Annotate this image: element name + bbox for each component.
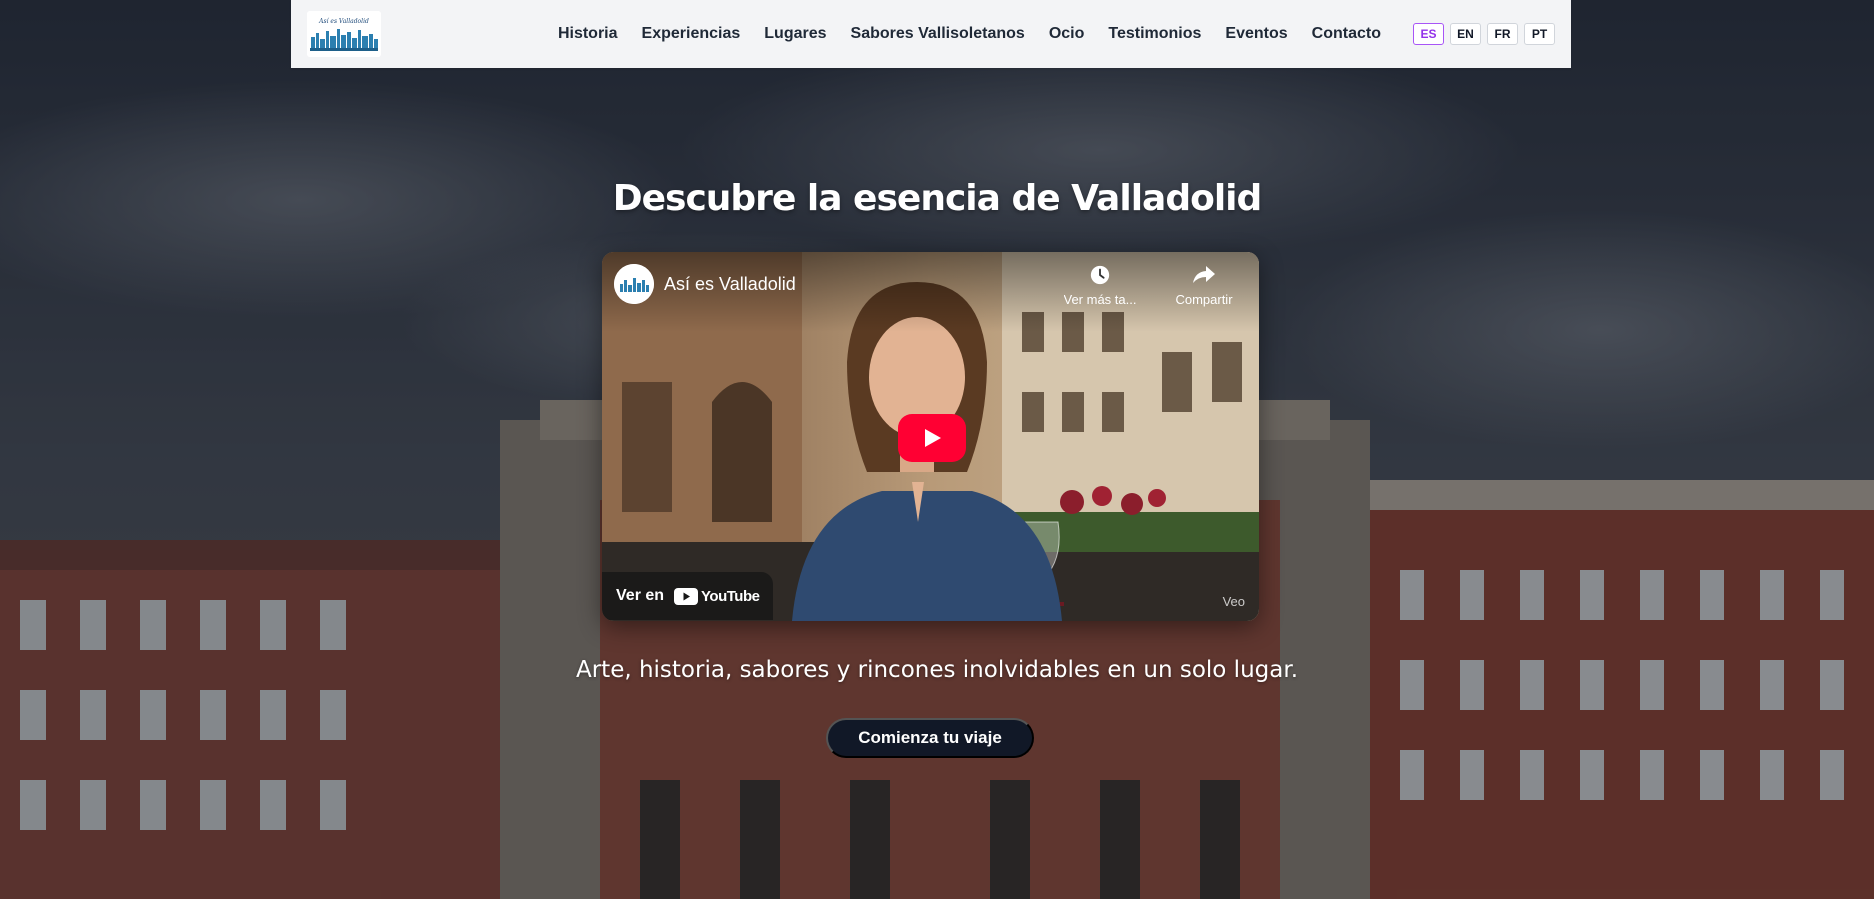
svg-text:Así es Valladolid: Así es Valladolid <box>318 18 369 25</box>
hero-title: Descubre la esencia de Valladolid <box>612 178 1263 219</box>
youtube-wordmark: YouTube <box>701 587 760 605</box>
nav-contacto[interactable]: Contacto <box>1300 25 1393 43</box>
nav-historia[interactable]: Historia <box>546 25 630 43</box>
site-logo[interactable]: Así es Valladolid <box>307 11 381 57</box>
play-button[interactable] <box>898 414 966 462</box>
youtube-video-embed[interactable]: Así es Valladolid Ver más ta... Comparti… <box>602 252 1259 621</box>
watch-later-label: Ver más ta... <box>1063 292 1137 307</box>
nav-sabores-vallisoletanos[interactable]: Sabores Vallisoletanos <box>839 25 1037 43</box>
nav-lugares[interactable]: Lugares <box>752 25 838 43</box>
video-watermark: Veo <box>1222 594 1245 609</box>
nav-experiencias[interactable]: Experiencias <box>630 25 753 43</box>
channel-avatar[interactable] <box>614 264 654 304</box>
video-channel-title[interactable]: Así es Valladolid <box>664 274 796 295</box>
lang-pt-button[interactable]: PT <box>1524 23 1555 45</box>
watch-on-label: Ver en <box>616 587 665 604</box>
share-arrow-icon <box>1193 266 1215 283</box>
channel-logo-icon <box>614 264 654 304</box>
nav-ocio[interactable]: Ocio <box>1037 25 1097 43</box>
lang-fr-button[interactable]: FR <box>1487 23 1518 45</box>
clock-icon <box>1090 265 1110 285</box>
share-button[interactable]: Compartir <box>1166 264 1242 307</box>
site-header: Así es Valladolid Historia Experiencias … <box>291 0 1571 68</box>
youtube-play-icon <box>674 587 699 605</box>
watch-on-youtube-button[interactable]: Ver en YouTube <box>602 572 774 620</box>
language-switcher: ES EN FR PT <box>1413 23 1555 45</box>
youtube-logo: YouTube <box>674 587 760 605</box>
share-label: Compartir <box>1175 292 1233 307</box>
logo-skyline-icon: Así es Valladolid <box>307 11 381 57</box>
play-icon <box>925 429 941 447</box>
lang-es-button[interactable]: ES <box>1413 23 1444 45</box>
main-nav: Historia Experiencias Lugares Sabores Va… <box>546 25 1393 43</box>
lang-en-button[interactable]: EN <box>1450 23 1481 45</box>
nav-eventos[interactable]: Eventos <box>1213 25 1299 43</box>
start-journey-button[interactable]: Comienza tu viaje <box>826 718 1034 758</box>
nav-testimonios[interactable]: Testimonios <box>1096 25 1213 43</box>
hero-subtitle: Arte, historia, sabores y rincones inolv… <box>575 657 1299 683</box>
watch-later-button[interactable]: Ver más ta... <box>1062 264 1138 307</box>
